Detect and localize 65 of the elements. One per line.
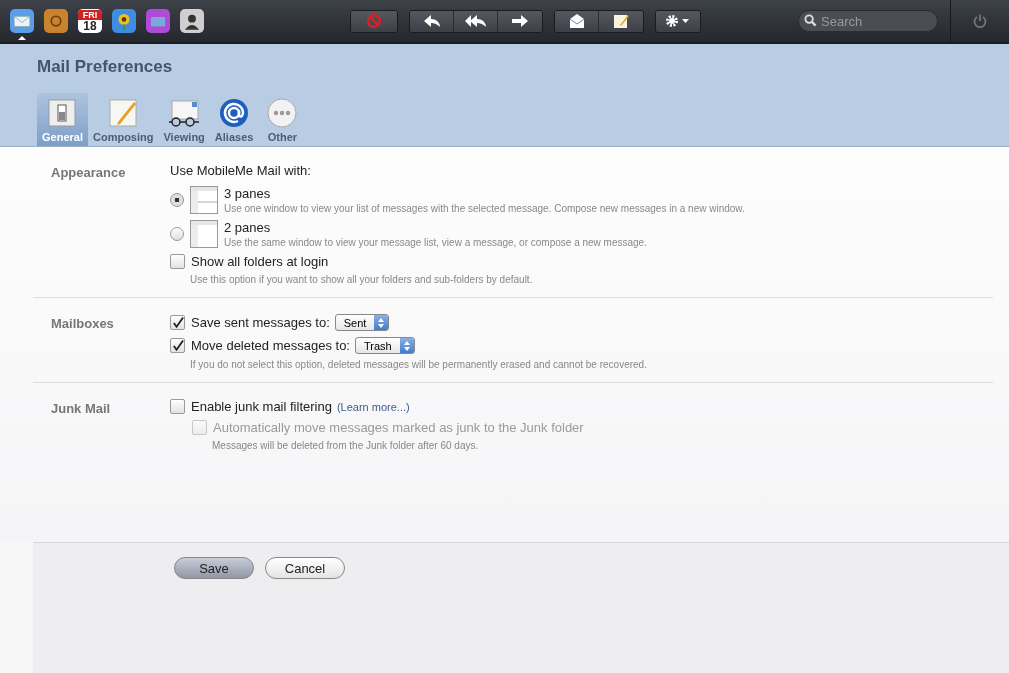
calendar-day: FRI [78,9,102,20]
search-field[interactable]: Search [798,10,938,32]
switch-icon [47,98,78,128]
power-icon[interactable] [972,13,988,29]
forward-button[interactable] [498,10,542,32]
preferences-tab[interactable]: Composing [87,93,159,146]
stepper-icon [377,316,386,329]
option-description: Use one window to view your list of messages with the selected message. Compose new messages in a new window. [224,203,745,214]
section-label: Appearance [50,164,127,182]
checkbox[interactable] [170,254,185,269]
preferences-tab[interactable]: Viewing [158,93,210,146]
section-intro: Use MobileMe Mail with: [170,163,312,178]
addressbook-app-icon[interactable] [44,9,68,33]
option-label: Show all folders at login [191,254,329,269]
option-description: Use the same window to view your message list, view a message, or compose a new message. [224,237,647,248]
section-label: Junk Mail [50,400,112,418]
option-note: Use this option if you want to show all your folders and sub-folders by default. [190,274,534,285]
letter-glasses-icon [167,98,202,128]
reply-all-icon [463,13,488,29]
preferences-tab[interactable]: Other [258,93,307,146]
option-label: 3 panes [224,186,271,201]
cancel-button[interactable]: Cancel [265,557,345,579]
more-icon [267,98,298,128]
checkbox[interactable] [170,315,185,330]
window-layout-icon [190,186,218,214]
mailbox-dropdown[interactable]: Trash [355,337,415,354]
contacts-app-icon[interactable] [180,9,204,33]
at-sign-icon [219,98,250,128]
option-label: Automatically move messages marked as junk to the Junk folder [213,420,584,435]
option-label: Enable junk mail filtering [191,399,332,414]
reply-button[interactable] [410,10,454,32]
page-title: Mail Preferences [37,57,174,77]
photos-app-icon[interactable] [112,9,136,33]
calendar-app[interactable]: FRI 18 [78,9,102,33]
option-note: If you do not select this option, deleted messages will be permanently erased and cannot be recovered. [190,359,648,370]
mail-app-icon[interactable] [10,9,34,33]
option-label: Save sent messages to: [191,315,330,330]
envelope-icon [567,13,586,29]
files-app-icon[interactable] [146,9,170,33]
checkbox[interactable] [170,399,185,414]
save-button[interactable]: Save [174,557,254,579]
forward-arrow-icon [510,13,530,29]
reply-all-button[interactable] [454,10,498,32]
radio-button[interactable] [170,193,184,207]
learn-more-link[interactable]: (Learn more...) [336,400,410,413]
mailbox-dropdown[interactable]: Sent [334,314,390,331]
compose-button[interactable] [599,10,643,32]
settings-button[interactable] [656,10,700,32]
section-label: Mailboxes [50,315,115,333]
calendar-date: 18 [83,19,97,33]
junk-button[interactable] [351,10,397,32]
gear-caret-icon [664,13,692,29]
search-icon [804,14,817,27]
checkbox[interactable] [170,338,185,353]
stepper-icon [402,339,411,352]
radio-button[interactable] [170,227,184,241]
option-label: 2 panes [224,220,271,235]
notepad-pencil-icon [108,98,139,128]
option-note: Messages will be deleted from the Junk folder after 60 days. [212,440,480,451]
window-layout-icon [190,220,218,248]
prohibited-icon [366,13,382,29]
preferences-tab[interactable]: Aliases [209,93,259,146]
compose-icon [612,12,630,30]
open-button[interactable] [555,10,599,32]
option-label: Move deleted messages to: [191,338,350,353]
